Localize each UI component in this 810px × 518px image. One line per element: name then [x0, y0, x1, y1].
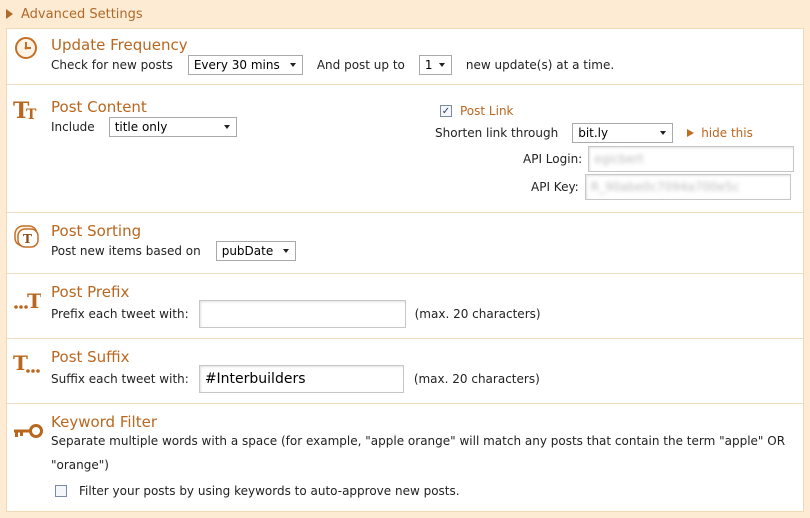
update-frequency-section: Update Frequency Check for new posts Eve…	[7, 29, 803, 85]
svg-text:T: T	[27, 289, 41, 312]
suffix-value: #Interbuilders	[204, 371, 306, 387]
suffix-input[interactable]: #Interbuilders	[198, 365, 404, 393]
post-content-title: Post Content	[51, 98, 147, 116]
sort-select[interactable]: pubDate	[215, 241, 296, 261]
post-count-value: 1	[424, 58, 433, 72]
post-count-select[interactable]: 1	[418, 55, 452, 75]
api-login-label: API Login:	[523, 152, 583, 166]
post-sorting-title: Post Sorting	[51, 222, 142, 240]
post-prefix-title: Post Prefix	[51, 283, 130, 301]
sort-by-label: Post new items based on	[51, 244, 201, 258]
prefix-input[interactable]	[198, 300, 406, 328]
expand-triangle-icon	[687, 129, 695, 137]
api-login-input[interactable]: egicbert	[588, 146, 795, 172]
prefix-icon: T	[14, 289, 41, 312]
post-suffix-section: T Post Suffix Suffix each tweet with: #I…	[7, 339, 803, 404]
expand-triangle-icon	[6, 9, 13, 19]
keyword-filter-title: Keyword Filter	[51, 413, 157, 431]
post-suffix-title: Post Suffix	[51, 348, 130, 366]
svg-text:T: T	[23, 232, 32, 246]
chevron-down-icon	[223, 125, 230, 129]
api-key-input[interactable]: R_90abe0c7094a700e5c	[584, 174, 791, 200]
frequency-value: Every 30 mins	[193, 58, 280, 72]
update-frequency-title: Update Frequency	[51, 36, 188, 54]
advanced-settings-header[interactable]: Advanced Settings	[0, 0, 810, 28]
settings-panel: Update Frequency Check for new posts Eve…	[6, 28, 804, 512]
svg-text:T: T	[13, 351, 28, 375]
sort-value: pubDate	[221, 244, 274, 258]
prefix-label: Prefix each tweet with:	[51, 307, 189, 321]
hide-this-label: hide this	[701, 126, 753, 140]
api-login-value: egicbert	[594, 152, 644, 166]
chevron-down-icon	[660, 131, 667, 135]
sort-icon: T	[14, 225, 39, 248]
post-up-to-label: And post up to	[316, 58, 405, 72]
chevron-down-icon	[289, 63, 296, 67]
chevron-down-icon	[438, 63, 445, 67]
suffix-label: Suffix each tweet with:	[51, 372, 189, 386]
shortener-select[interactable]: bit.ly	[572, 123, 674, 143]
chevron-down-icon	[282, 249, 289, 253]
api-key-label: API Key:	[531, 180, 579, 194]
hide-this-link[interactable]: hide this	[687, 126, 753, 140]
keyword-filter-checkbox[interactable]	[55, 485, 67, 497]
header-title: Advanced Settings	[21, 6, 143, 22]
shortener-value: bit.ly	[578, 126, 609, 140]
post-sorting-section: T Post Sorting Post new items based on p…	[7, 213, 803, 274]
suffix-icon: T	[13, 351, 40, 375]
keyword-description-line2: "orange")	[51, 458, 109, 472]
post-prefix-section: T Post Prefix Prefix each tweet with: (m…	[7, 274, 803, 339]
clock-icon	[15, 37, 37, 59]
text-size-icon: T T	[13, 98, 37, 123]
check-posts-label: Check for new posts	[51, 58, 173, 72]
keyword-description-line1: Separate multiple words with a space (fo…	[51, 434, 786, 448]
svg-text:T: T	[26, 107, 37, 123]
post-content-section: T T Post Content Include title only ✓ Po…	[7, 85, 803, 213]
api-key-value: R_90abe0c7094a700e5c	[590, 180, 740, 194]
key-icon	[14, 424, 43, 438]
suffix-hint: (max. 20 characters)	[413, 372, 540, 386]
frequency-select[interactable]: Every 30 mins	[187, 55, 303, 75]
post-link-checkbox[interactable]: ✓	[440, 105, 452, 117]
include-label: Include	[51, 120, 95, 134]
include-value: title only	[114, 120, 168, 134]
prefix-hint: (max. 20 characters)	[414, 307, 541, 321]
keyword-filter-checkbox-label: Filter your posts by using keywords to a…	[79, 484, 460, 498]
include-select[interactable]: title only	[108, 117, 237, 137]
updates-at-a-time-label: new update(s) at a time.	[465, 58, 615, 72]
shorten-link-label: Shorten link through	[435, 126, 559, 140]
post-link-label: Post Link	[460, 104, 514, 118]
keyword-filter-section: Keyword Filter Separate multiple words w…	[7, 404, 803, 512]
